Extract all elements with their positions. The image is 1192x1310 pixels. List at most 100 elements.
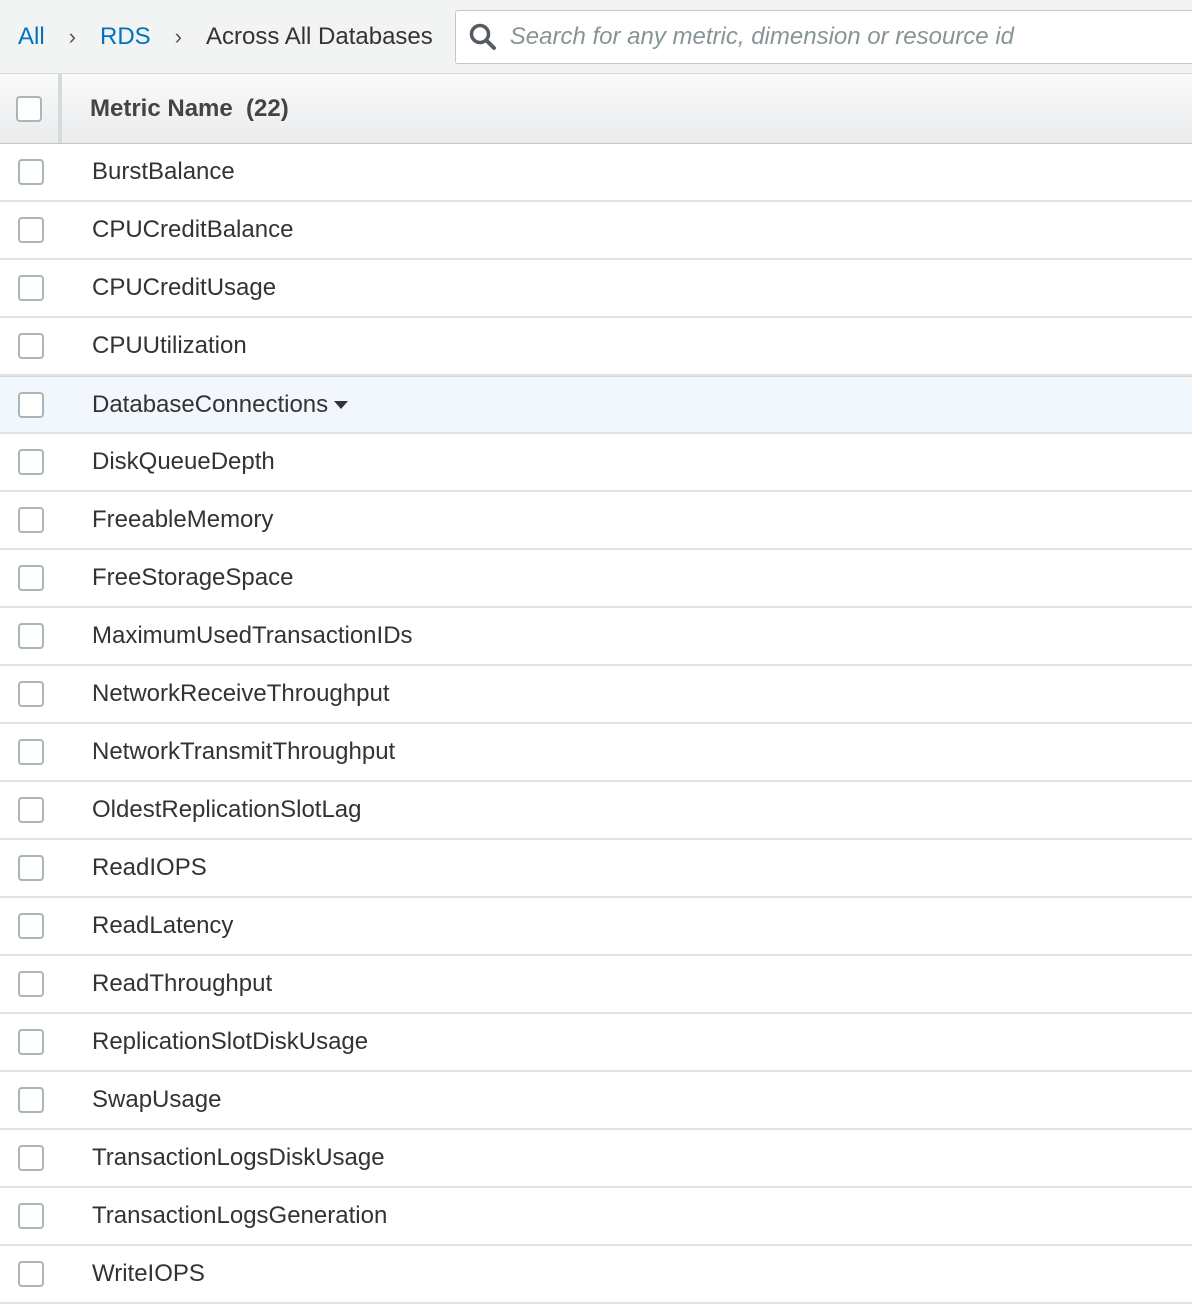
table-row[interactable]: ReadLatency: [0, 898, 1192, 956]
row-checkbox-cell: [0, 782, 62, 838]
row-checkbox[interactable]: [18, 1087, 44, 1113]
row-checkbox-cell: [0, 1014, 62, 1070]
row-checkbox[interactable]: [18, 449, 44, 475]
metric-name: DiskQueueDepth: [92, 448, 275, 475]
metric-name-cell: SwapUsage: [62, 1086, 221, 1114]
select-all-cell: [0, 74, 62, 143]
select-all-checkbox[interactable]: [16, 95, 42, 122]
metric-name: CPUCreditUsage: [92, 274, 277, 301]
search-input[interactable]: [507, 21, 1192, 52]
row-checkbox-cell: [0, 144, 62, 200]
table-row[interactable]: MaximumUsedTransactionIDs: [0, 608, 1192, 666]
breadcrumb-rds[interactable]: RDS: [100, 23, 151, 51]
metric-name: ReadLatency: [92, 912, 234, 939]
row-checkbox-cell: [0, 956, 62, 1012]
table-row[interactable]: NetworkTransmitThroughput: [0, 724, 1192, 782]
table-row[interactable]: TransactionLogsDiskUsage: [0, 1130, 1192, 1188]
row-checkbox-cell: [0, 260, 62, 316]
metric-name: NetworkTransmitThroughput: [92, 738, 396, 765]
metric-name: MaximumUsedTransactionIDs: [92, 622, 413, 649]
table-row[interactable]: SwapUsage: [0, 1072, 1192, 1130]
metric-name: TransactionLogsGeneration: [92, 1202, 388, 1229]
row-checkbox[interactable]: [18, 623, 44, 649]
row-checkbox[interactable]: [18, 913, 44, 939]
metric-name: FreeStorageSpace: [92, 564, 294, 591]
table-row[interactable]: OldestReplicationSlotLag: [0, 782, 1192, 840]
table-row[interactable]: DatabaseConnections: [0, 376, 1192, 434]
chevron-right-icon: ›: [174, 23, 182, 49]
table-row[interactable]: TransactionLogsGeneration: [0, 1188, 1192, 1246]
row-checkbox-cell: [0, 666, 62, 722]
metric-name-cell: DatabaseConnections: [62, 390, 349, 419]
row-checkbox-cell: [0, 434, 62, 490]
row-checkbox[interactable]: [18, 681, 44, 707]
chevron-right-icon: ›: [68, 23, 76, 49]
metric-name: SwapUsage: [92, 1086, 222, 1113]
metric-name: TransactionLogsDiskUsage: [92, 1144, 385, 1171]
row-checkbox-cell: [0, 202, 62, 258]
table-row[interactable]: ReplicationSlotDiskUsage: [0, 1014, 1192, 1072]
metric-name-cell: NetworkTransmitThroughput: [62, 738, 395, 766]
metric-name: OldestReplicationSlotLag: [92, 796, 362, 823]
row-checkbox[interactable]: [18, 797, 44, 823]
metric-name-cell: OldestReplicationSlotLag: [62, 796, 362, 824]
table-row[interactable]: ReadIOPS: [0, 840, 1192, 898]
row-checkbox-cell: [0, 377, 62, 432]
metric-name: NetworkReceiveThroughput: [92, 680, 390, 707]
row-checkbox-cell: [0, 318, 62, 374]
table-row[interactable]: DiskQueueDepth: [0, 434, 1192, 492]
table-row[interactable]: FreeableMemory: [0, 492, 1192, 550]
row-checkbox-cell: [0, 1130, 62, 1186]
metric-name-cell: ReadThroughput: [62, 970, 272, 998]
table-row[interactable]: WriteIOPS: [0, 1246, 1192, 1304]
table-row[interactable]: BurstBalance: [0, 144, 1192, 202]
row-checkbox-cell: [0, 1072, 62, 1128]
row-checkbox[interactable]: [18, 739, 44, 765]
metric-name: CPUUtilization: [92, 332, 247, 359]
row-checkbox-cell: [0, 840, 62, 896]
row-checkbox[interactable]: [18, 217, 44, 243]
row-checkbox[interactable]: [18, 507, 44, 533]
metric-name-cell: CPUUtilization: [62, 332, 247, 360]
metric-name-cell: CPUCreditBalance: [62, 216, 293, 244]
row-checkbox[interactable]: [18, 1203, 44, 1229]
row-checkbox[interactable]: [18, 1261, 44, 1287]
metric-name: BurstBalance: [92, 158, 235, 185]
row-checkbox[interactable]: [18, 159, 44, 185]
row-checkbox[interactable]: [18, 333, 44, 359]
metric-name: ReplicationSlotDiskUsage: [92, 1028, 369, 1055]
row-checkbox[interactable]: [18, 275, 44, 301]
table-row[interactable]: FreeStorageSpace: [0, 550, 1192, 608]
metric-name-cell: TransactionLogsGeneration: [62, 1202, 387, 1230]
search-box[interactable]: [454, 9, 1192, 64]
row-checkbox-cell: [0, 724, 62, 780]
metric-name-cell: CPUCreditUsage: [62, 274, 276, 302]
table-row[interactable]: ReadThroughput: [0, 956, 1192, 1014]
metric-name-column-header[interactable]: Metric Name (22): [62, 95, 289, 123]
metric-name-cell: BurstBalance: [62, 158, 235, 186]
metric-name-cell: NetworkReceiveThroughput: [62, 680, 389, 708]
metrics-table-body: BurstBalance CPUCreditBalance CPUCreditUsa…: [0, 144, 1192, 1304]
caret-down-icon[interactable]: [334, 400, 349, 409]
row-checkbox-cell: [0, 550, 62, 606]
metric-name-cell: ReplicationSlotDiskUsage: [62, 1028, 368, 1056]
table-row[interactable]: NetworkReceiveThroughput: [0, 666, 1192, 724]
table-row[interactable]: CPUCreditUsage: [0, 260, 1192, 318]
row-checkbox[interactable]: [18, 971, 44, 997]
row-checkbox[interactable]: [18, 391, 44, 418]
breadcrumb-all[interactable]: All: [18, 23, 45, 51]
metric-name-cell: FreeableMemory: [62, 506, 273, 534]
row-checkbox[interactable]: [18, 855, 44, 881]
table-header: Metric Name (22): [0, 74, 1192, 144]
row-checkbox[interactable]: [18, 565, 44, 591]
top-bar: All › RDS › Across All Databases: [0, 0, 1192, 74]
row-checkbox[interactable]: [18, 1029, 44, 1055]
table-row[interactable]: CPUUtilization: [0, 318, 1192, 376]
metric-name-cell: ReadLatency: [62, 912, 233, 940]
metric-name-cell: DiskQueueDepth: [62, 448, 275, 476]
row-checkbox[interactable]: [18, 1145, 44, 1171]
row-checkbox-cell: [0, 492, 62, 548]
row-checkbox-cell: [0, 1188, 62, 1244]
metric-name: DatabaseConnections: [92, 390, 329, 418]
table-row[interactable]: CPUCreditBalance: [0, 202, 1192, 260]
